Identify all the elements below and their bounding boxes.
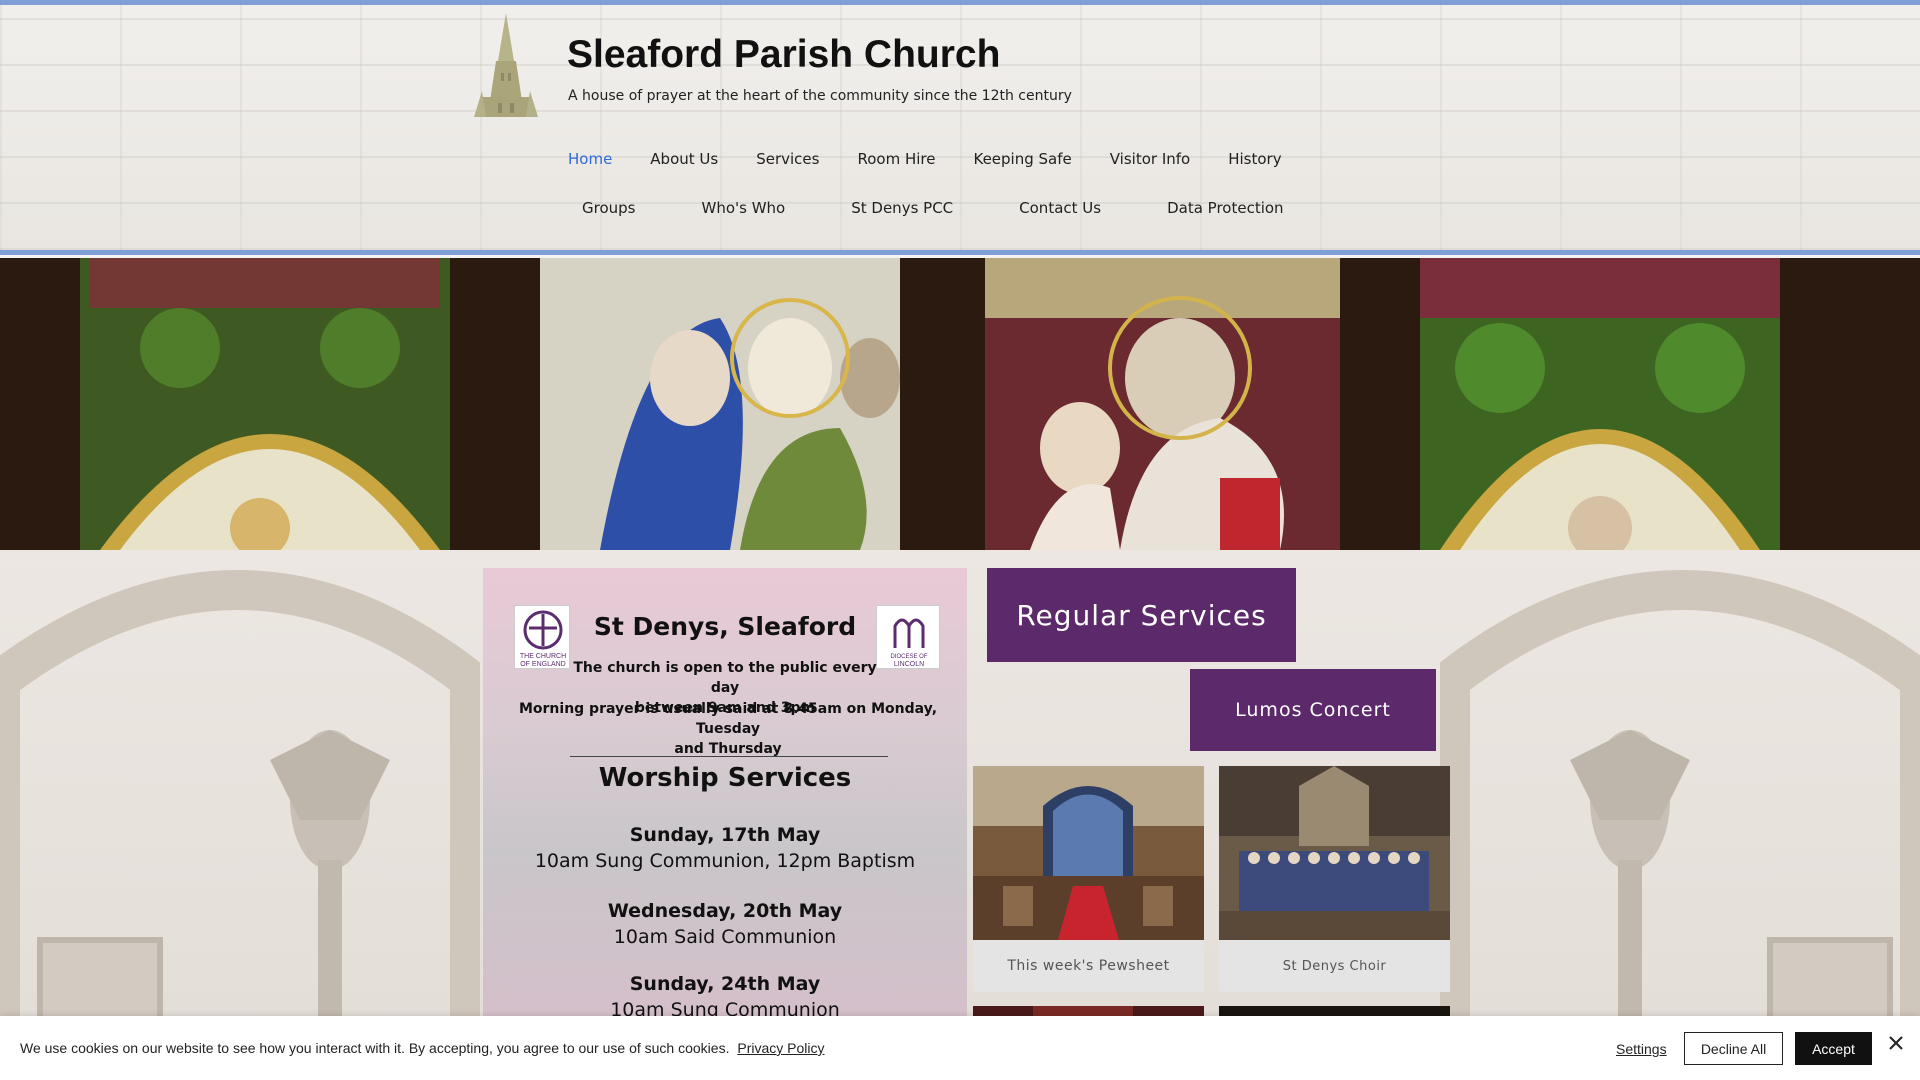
site-title[interactable]: Sleaford Parish Church — [567, 33, 1000, 77]
church-spire-logo[interactable] — [468, 11, 544, 119]
service-description: 10am Sung Communion, 12pm Baptism — [534, 850, 916, 872]
flyer-worship-heading: Worship Services — [598, 763, 852, 793]
close-icon[interactable] — [1885, 1032, 1907, 1054]
nav-st-denys-pcc[interactable]: St Denys PCC — [851, 199, 953, 217]
service-entry: Sunday, 17th May 10am Sung Communion, 12… — [483, 824, 967, 872]
cookie-consent-bar: We use cookies on our website to see how… — [0, 1016, 1920, 1080]
service-day: Wednesday, 20th May — [607, 900, 843, 922]
nav-visitor-info[interactable]: Visitor Info — [1110, 150, 1190, 168]
flyer-prayer-line-1: Morning prayer is usually said at 8.45am… — [518, 701, 938, 737]
regular-services-button[interactable]: Regular Services — [987, 568, 1296, 662]
nav-whos-who[interactable]: Who's Who — [701, 199, 785, 217]
main-nav-row-1: Home About Us Services Room Hire Keeping… — [550, 150, 1282, 168]
cookie-settings-link[interactable]: Settings — [1616, 1041, 1667, 1057]
pewsheet-caption[interactable]: This week's Pewsheet — [973, 940, 1204, 992]
service-description: 10am Said Communion — [613, 926, 837, 948]
flyer-title: St Denys, Sleaford — [593, 612, 857, 641]
nav-contact-us[interactable]: Contact Us — [1019, 199, 1101, 217]
privacy-policy-link[interactable]: Privacy Policy — [737, 1040, 824, 1056]
service-day: Sunday, 24th May — [629, 973, 821, 995]
lumos-concert-button[interactable]: Lumos Concert — [1190, 669, 1436, 751]
choir-card[interactable]: St Denys Choir — [1219, 766, 1450, 992]
cookie-message: We use cookies on our website to see how… — [20, 1040, 825, 1056]
diocese-logo-text-2: LINCOLN — [894, 661, 924, 668]
services-flyer[interactable]: THE CHURCH OF ENGLAND DIOCESE OF LINCOLN… — [483, 568, 967, 1038]
main-nav-row-2: Groups Who's Who St Denys PCC Contact Us… — [550, 199, 1284, 217]
choir-photo — [1219, 766, 1450, 940]
choir-caption[interactable]: St Denys Choir — [1219, 940, 1450, 992]
coe-logo-text-2: OF ENGLAND — [520, 661, 566, 668]
service-entry: Sunday, 24th May 10am Sung Communion — [483, 973, 967, 1021]
nav-room-hire[interactable]: Room Hire — [857, 150, 935, 168]
flyer-morning-prayer: Morning prayer is usually said at 8.45am… — [508, 699, 948, 759]
nav-keeping-safe[interactable]: Keeping Safe — [973, 150, 1071, 168]
church-interior-photo — [973, 766, 1204, 940]
diocese-logo-text-1: DIOCESE OF — [890, 654, 927, 660]
angel-statue-left-image — [0, 570, 480, 1080]
accept-button[interactable]: Accept — [1795, 1032, 1872, 1065]
nav-data-protection[interactable]: Data Protection — [1167, 199, 1283, 217]
site-tagline: A house of prayer at the heart of the co… — [568, 88, 1072, 104]
decline-all-button[interactable]: Decline All — [1684, 1032, 1783, 1065]
nav-services[interactable]: Services — [756, 150, 819, 168]
stained-glass-image — [0, 258, 1920, 550]
service-day: Sunday, 17th May — [629, 824, 821, 846]
stained-glass-banner — [0, 258, 1920, 550]
coe-logo-text-1: THE CHURCH — [520, 653, 566, 660]
cookie-message-text: We use cookies on our website to see how… — [20, 1040, 730, 1056]
flyer-open-line-1: The church is open to the public every d… — [573, 660, 877, 696]
flyer-divider — [570, 756, 888, 757]
pewsheet-card[interactable]: This week's Pewsheet — [973, 766, 1204, 992]
nav-history[interactable]: History — [1228, 150, 1281, 168]
angel-statue-right-image — [1440, 570, 1920, 1080]
service-entry: Wednesday, 20th May 10am Said Communion — [483, 900, 967, 948]
site-header: Sleaford Parish Church A house of prayer… — [0, 5, 1920, 250]
nav-groups[interactable]: Groups — [582, 199, 635, 217]
nav-home[interactable]: Home — [568, 150, 612, 168]
nav-about-us[interactable]: About Us — [650, 150, 718, 168]
